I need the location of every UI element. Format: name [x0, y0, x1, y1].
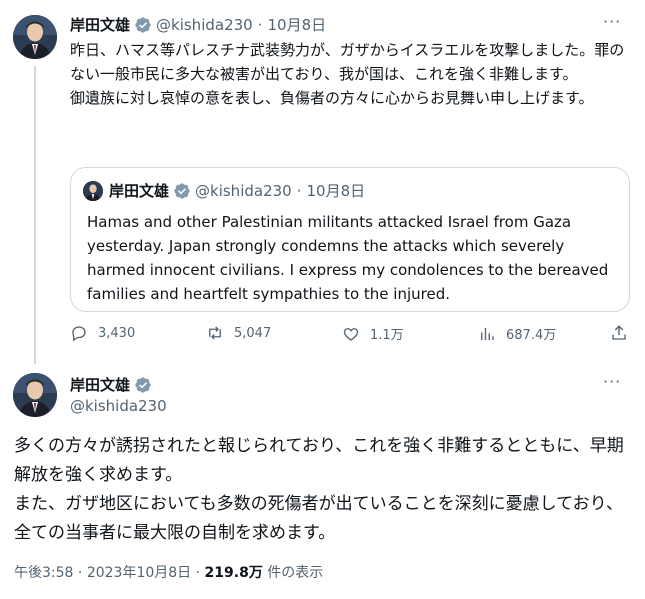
avatar-portrait-icon [13, 373, 57, 417]
views-label: 件の表示 [262, 565, 324, 581]
tweet-handle-row: @kishida230 [70, 397, 167, 415]
tweet-paragraph: 多くの方々が誘拐されたと報じられており、これを強く非難するとともに、早期解放を強… [14, 436, 624, 485]
tweet-date[interactable]: 10月8日 [267, 14, 326, 35]
views-button[interactable]: 687.4万 [478, 324, 556, 343]
separator-dot: · [191, 565, 205, 581]
tweet-paragraph: 昨日、ハマス等パレスチナ武装勢力が、ガザからイスラエルを攻撃しました。罪のない一… [70, 41, 625, 83]
avatar[interactable] [13, 373, 57, 417]
author-handle[interactable]: @kishida230 [156, 16, 253, 34]
tweet-paragraph: また、ガザ地区においても多数の死傷者が出ていることを深刻に憂慮しており、全ての当… [14, 494, 623, 543]
reply-icon [72, 326, 86, 342]
share-button[interactable] [610, 324, 638, 342]
like-button[interactable]: 1.1万 [342, 324, 404, 343]
verified-check-icon [135, 376, 151, 393]
reply-button[interactable]: 3,430 [70, 324, 135, 342]
thread-connector-line [34, 66, 36, 364]
more-options-icon[interactable]: ··· [603, 12, 621, 31]
tweet-time[interactable]: 午後3:58 [14, 565, 73, 581]
repost-count: 5,047 [234, 325, 272, 341]
tweet-metadata-footer: 午後3:58 · 2023年10月8日 · 219.8万 件の表示 [14, 562, 323, 582]
tweet-paragraph: 御遺族に対し哀悼の意を表し、負傷者の方々に心からお見舞い申し上げます。 [70, 89, 594, 107]
reply-count: 3,430 [98, 325, 136, 341]
tweet-author-row: 岸田文雄 @kishida230 · 10月8日 [70, 14, 326, 35]
view-count: 687.4万 [506, 328, 557, 343]
quoted-author-row: 岸田文雄 @kishida230 · 10月8日 [83, 180, 365, 201]
author-name[interactable]: 岸田文雄 [70, 374, 130, 395]
separator-dot: · [296, 181, 302, 200]
heart-icon [343, 327, 359, 341]
repost-button[interactable]: 5,047 [206, 324, 271, 342]
view-count: 219.8万 [204, 565, 263, 581]
repost-icon [209, 326, 221, 340]
quoted-avatar-portrait-icon [83, 180, 103, 201]
quoted-author-handle: @kishida230 [195, 181, 292, 200]
author-name[interactable]: 岸田文雄 [70, 14, 130, 35]
separator-dot: · [257, 15, 263, 34]
tweet-body: 昨日、ハマス等パレスチナ武装勢力が、ガザからイスラエルを攻撃しました。罪のない一… [70, 38, 630, 110]
quoted-tweet-card[interactable]: 岸田文雄 @kishida230 · 10月8日 Hamas and other… [70, 167, 630, 312]
quoted-avatar [83, 180, 103, 201]
more-options-icon[interactable]: ··· [603, 372, 621, 391]
share-upload-icon [612, 325, 626, 340]
author-handle[interactable]: @kishida230 [70, 397, 167, 415]
verified-check-icon [174, 182, 190, 199]
tweet-body: 多くの方々が誘拐されたと報じられており、これを強く非難するとともに、早期解放を強… [14, 432, 634, 548]
quoted-tweet-date: 10月8日 [306, 182, 366, 200]
verified-check-icon [135, 16, 151, 33]
tweet-full-date[interactable]: 2023年10月8日 [87, 565, 191, 581]
separator-dot: · [73, 565, 87, 581]
analytics-bars-icon [481, 327, 494, 340]
quoted-author-name: 岸田文雄 [109, 182, 170, 200]
quoted-tweet-text: Hamas and other Palestinian militants at… [87, 213, 609, 303]
avatar-portrait-icon [13, 15, 57, 59]
tweet-action-bar: 3,430 5,047 1.1万 687.4万 [70, 324, 630, 348]
tweet-author-row: 岸田文雄 [70, 374, 156, 395]
like-count: 1.1万 [370, 328, 404, 343]
avatar[interactable] [13, 15, 57, 59]
